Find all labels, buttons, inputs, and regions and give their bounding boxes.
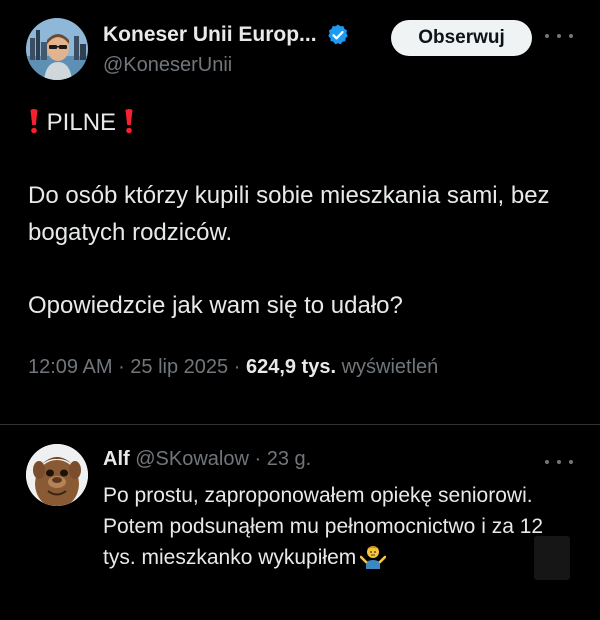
reply-more-options-icon[interactable] (545, 452, 573, 472)
reply-author-avatar[interactable] (26, 444, 88, 506)
divider (0, 424, 600, 425)
author-handle[interactable]: @KoneserUnii (103, 54, 350, 77)
author-block: Koneser Unii Europ... @KoneserUnii (103, 22, 350, 77)
watermark (534, 536, 570, 580)
tweet-paragraph-1: Do osób którzy kupili sobie mieszkania s… (28, 182, 550, 246)
person-shrugging-emoji (359, 543, 387, 569)
exclamation-icon (28, 104, 40, 141)
views-count[interactable]: 624,9 tys. (246, 356, 336, 378)
meta-separator: · (112, 356, 131, 378)
follow-button[interactable]: Obserwuj (391, 20, 532, 56)
verified-badge-icon[interactable] (326, 23, 350, 47)
reply-author-handle[interactable]: @SKowalow (135, 448, 249, 470)
views-label: wyświetleń (341, 356, 439, 378)
tweet-text: PILNE Do osób którzy kupili sobie mieszk… (28, 104, 580, 324)
reply-separator: · (248, 448, 267, 470)
tweet-headline: PILNE (46, 109, 117, 136)
author-display-name[interactable]: Koneser Unii Europ... (103, 23, 317, 47)
tweet-time[interactable]: 12:09 AM (28, 356, 113, 378)
tweet-paragraph-2: Opowiedzcie jak wam się to udało? (28, 292, 403, 319)
reply-header: Alf @SKowalow · 23 g. (103, 448, 311, 471)
author-avatar[interactable] (26, 18, 88, 80)
reply-author-name[interactable]: Alf (103, 448, 130, 470)
exclamation-icon (123, 104, 135, 141)
meta-separator: · (228, 356, 246, 378)
reply-text: Po prostu, zaproponowałem opiekę senioro… (103, 480, 573, 573)
more-options-icon[interactable] (545, 26, 573, 46)
reply-body: Po prostu, zaproponowałem opiekę senioro… (103, 484, 544, 569)
tweet-screenshot: Koneser Unii Europ... @KoneserUnii Obser… (0, 0, 600, 620)
tweet-meta: 12:09 AM · 25 lip 2025 · 624,9 tys. wyśw… (28, 356, 438, 379)
tweet-headline-line: PILNE (28, 104, 580, 141)
reply-time[interactable]: 23 g. (267, 448, 311, 470)
tweet-date[interactable]: 25 lip 2025 (130, 356, 228, 378)
